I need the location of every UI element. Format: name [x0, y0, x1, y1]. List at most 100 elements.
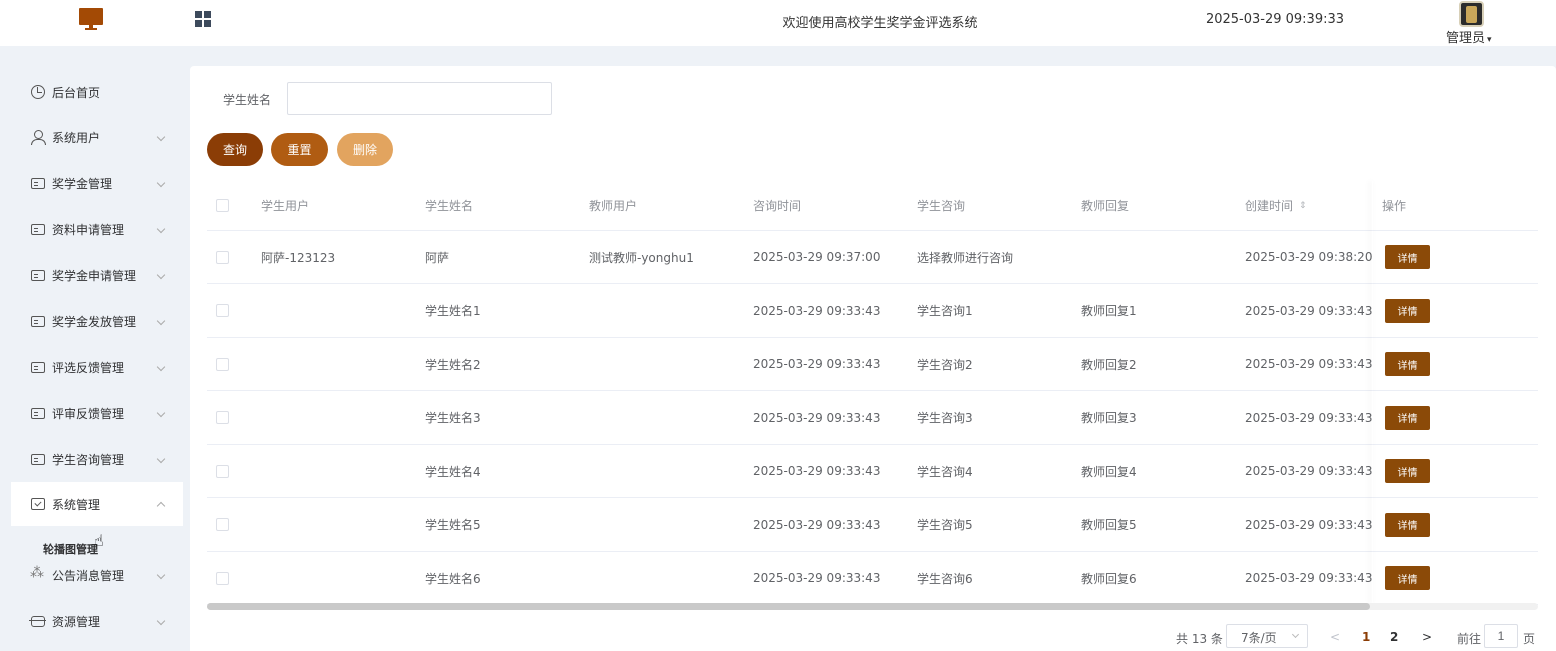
prev-page-button[interactable]: <: [1330, 630, 1340, 644]
table-row: 学生姓名5 2025-03-29 09:33:43 学生咨询5 教师回复5 2025-0…: [207, 499, 1538, 552]
detail-button[interactable]: 详情: [1385, 298, 1430, 323]
user-icon: [31, 130, 46, 145]
chevron-down-icon: [156, 616, 166, 626]
avatar[interactable]: [1459, 1, 1484, 27]
hand-cursor-icon: ☝: [94, 531, 104, 550]
grid-menu-icon[interactable]: [195, 11, 212, 28]
horizontal-scrollbar[interactable]: [207, 603, 1538, 610]
cell-consult-time: 2025-03-29 09:33:43: [753, 571, 881, 585]
cell-consult-time: 2025-03-29 09:33:43: [753, 410, 881, 425]
scrollbar-thumb[interactable]: [207, 603, 1370, 610]
card-icon: [31, 177, 45, 189]
sidebar-item-label: 奖学金管理: [52, 176, 113, 191]
cell-created-time: 2025-03-29 09:33:43: [1245, 571, 1373, 585]
sidebar-subitem-carousel[interactable]: 轮播图管理: [43, 541, 98, 557]
sidebar-item-review-feedback[interactable]: 评审反馈管理: [11, 391, 183, 435]
col-created-time-header[interactable]: 创建时间 ⇕: [1245, 181, 1307, 230]
next-page-button[interactable]: >: [1422, 630, 1432, 644]
sidebar-item-label: 评选反馈管理: [52, 360, 125, 375]
row-checkbox[interactable]: [216, 518, 229, 531]
cell-teacher-user: 测试教师-yonghu1: [589, 250, 694, 265]
sidebar-item-label: 公告消息管理: [52, 568, 125, 583]
sort-icon[interactable]: ⇕: [1299, 201, 1307, 210]
card-icon: [31, 407, 45, 419]
page-1-button[interactable]: 1: [1362, 630, 1370, 644]
goto-suffix: 页: [1523, 632, 1536, 646]
col-actions: 操作: [1382, 199, 1407, 213]
row-checkbox[interactable]: [216, 464, 229, 478]
chevron-down-icon: [156, 132, 166, 142]
col-created-time: 创建时间: [1245, 199, 1294, 213]
cell-consult-time: 2025-03-29 09:33:43: [753, 517, 881, 532]
row-checkbox[interactable]: [216, 571, 229, 585]
row-checkbox[interactable]: [216, 304, 229, 317]
sidebar-item-selection-feedback[interactable]: 评选反馈管理: [11, 345, 183, 389]
page-2-button[interactable]: 2: [1390, 630, 1398, 644]
card-icon: [31, 361, 45, 373]
cell-student-consult: 选择教师进行咨询: [917, 250, 1014, 265]
cell-consult-time: 2025-03-29 09:33:43: [753, 464, 881, 478]
detail-button[interactable]: 详情: [1385, 459, 1430, 483]
search-label: 学生姓名: [223, 93, 272, 107]
table-row: 学生姓名3 2025-03-29 09:33:43 学生咨询3 教师回复3 2025-0…: [207, 392, 1538, 445]
goto-prefix: 前往: [1457, 632, 1482, 646]
col-student-consult: 学生咨询: [917, 199, 966, 213]
cell-student-name: 学生姓名1: [425, 304, 481, 318]
delete-button[interactable]: 删除: [337, 133, 393, 166]
user-name: 管理员: [1446, 31, 1486, 46]
monitor-logo-icon: [79, 8, 103, 30]
cell-created-time: 2025-03-29 09:33:43: [1245, 464, 1373, 478]
sidebar-item-home[interactable]: 后台首页: [11, 70, 183, 114]
detail-button[interactable]: 详情: [1385, 405, 1430, 430]
table-row: 阿萨-123123 阿萨 测试教师-yonghu1 2025-03-29 09:37:…: [207, 231, 1538, 284]
cell-created-time: 2025-03-29 09:33:43: [1245, 517, 1373, 532]
sidebar-item-resources[interactable]: 资源管理: [11, 599, 183, 643]
chevron-down-icon: [156, 408, 166, 418]
top-header: 欢迎使用高校学生奖学金评选系统 2025-03-29 09:39:33 管理员 ▾: [0, 0, 1556, 46]
row-checkbox[interactable]: [216, 411, 229, 424]
sidebar-item-scholarship-apply[interactable]: 奖学金申请管理: [11, 253, 183, 297]
sidebar-item-label: 学生咨询管理: [52, 452, 125, 467]
select-all-checkbox[interactable]: [216, 199, 229, 212]
chevron-down-icon: [156, 270, 166, 280]
col-teacher-user: 教师用户: [589, 199, 638, 213]
reset-button[interactable]: 重置: [271, 133, 328, 166]
sidebar: 后台首页 系统用户 奖学金管理 资料申请管理 奖学金申请管理 奖学金发放管理 评…: [0, 46, 183, 651]
detail-button[interactable]: 详情: [1385, 512, 1430, 537]
cell-consult-time: 2025-03-29 09:37:00: [753, 250, 881, 264]
chevron-down-icon: [156, 316, 166, 326]
row-checkbox[interactable]: [216, 357, 229, 371]
page-size-select[interactable]: 7条/页: [1226, 624, 1308, 648]
row-checkbox[interactable]: [216, 250, 229, 264]
chevron-down-icon: ▾: [1487, 35, 1492, 45]
sidebar-item-announcements[interactable]: 公告消息管理: [11, 553, 183, 597]
user-menu[interactable]: 管理员 ▾: [1446, 27, 1492, 46]
cell-student-consult: 学生咨询2: [917, 357, 973, 372]
sidebar-item-label: 系统用户: [52, 130, 101, 145]
goto-page-input[interactable]: [1484, 624, 1518, 648]
table-row: 学生姓名4 2025-03-29 09:33:43 学生咨询4 教师回复4 2025-0…: [207, 445, 1538, 498]
cell-teacher-reply: 教师回复1: [1081, 304, 1137, 318]
cell-student-name: 学生姓名2: [425, 357, 481, 372]
sidebar-item-material-apply[interactable]: 资料申请管理: [11, 207, 183, 251]
detail-button[interactable]: 详情: [1385, 352, 1430, 376]
system-title: 欢迎使用高校学生奖学金评选系统: [782, 16, 978, 31]
col-teacher-reply: 教师回复: [1081, 199, 1130, 213]
sidebar-item-system-manage[interactable]: 系统管理: [11, 482, 183, 526]
sidebar-item-label: 系统管理: [52, 497, 101, 512]
cell-student-user: 阿萨-123123: [261, 250, 336, 265]
table-row: 学生姓名1 2025-03-29 09:33:43 学生咨询1 教师回复1 2025-0…: [207, 285, 1538, 338]
detail-button[interactable]: 详情: [1385, 245, 1430, 269]
col-student-user: 学生用户: [261, 199, 310, 213]
sidebar-item-student-consult[interactable]: 学生咨询管理: [11, 437, 183, 481]
sidebar-item-scholarship[interactable]: 奖学金管理: [11, 161, 183, 205]
sidebar-item-scholarship-issue[interactable]: 奖学金发放管理: [11, 299, 183, 343]
query-button[interactable]: 查询: [207, 133, 263, 166]
student-name-input[interactable]: [287, 82, 552, 115]
cell-consult-time: 2025-03-29 09:33:43: [753, 357, 881, 371]
detail-button[interactable]: 详情: [1385, 566, 1430, 590]
sidebar-item-system-users[interactable]: 系统用户: [11, 115, 183, 159]
cell-created-time: 2025-03-29 09:33:43: [1245, 303, 1373, 318]
sidebar-item-label: 资料申请管理: [52, 222, 125, 237]
card-icon: [31, 453, 45, 465]
